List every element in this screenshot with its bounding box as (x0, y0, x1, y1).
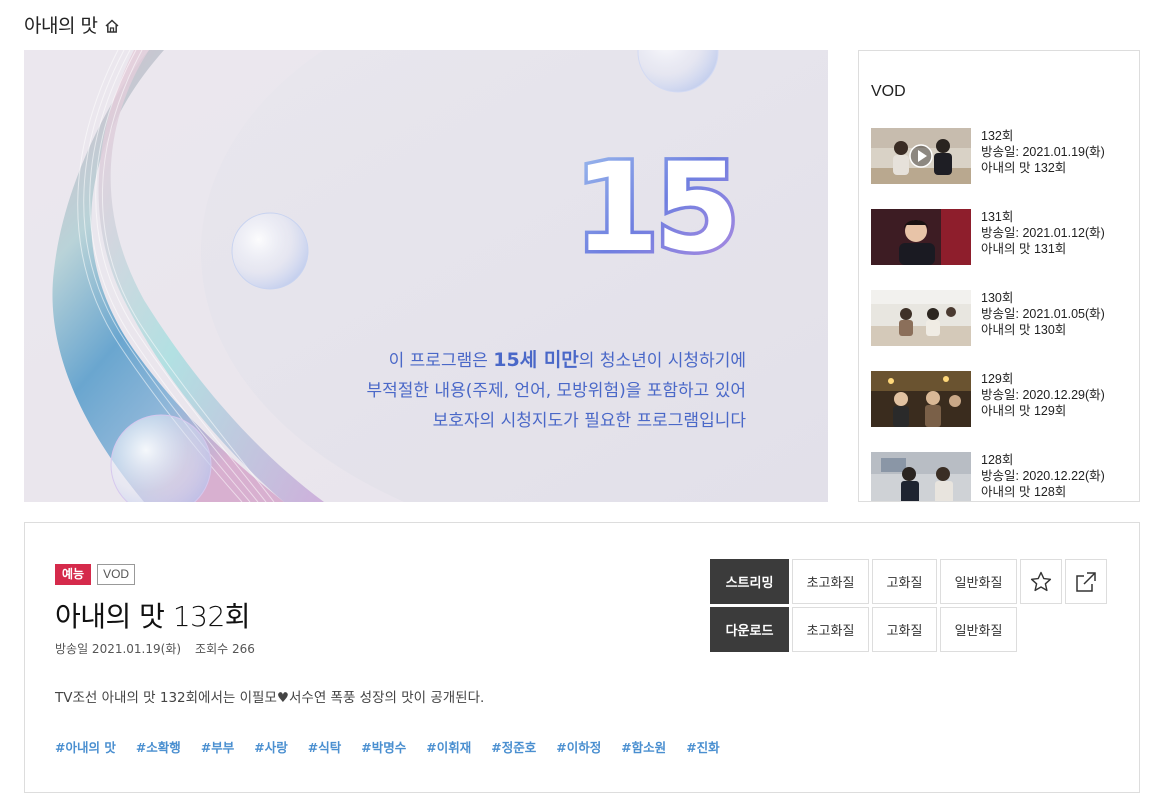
download-button[interactable]: 다운로드 (710, 607, 789, 652)
notice-line-1: 이 프로그램은 15세 미만의 청소년이 시청하기에 (389, 349, 746, 371)
episode-title: 아내의 맛 132회 (981, 161, 1067, 175)
episode-thumbnail[interactable] (871, 371, 971, 427)
tag-link[interactable]: #소확행 (136, 737, 181, 756)
tag-link[interactable]: #아내의 맛 (55, 737, 116, 756)
episode-thumbnail[interactable] (871, 452, 971, 501)
vod-item[interactable]: 131회 방송일: 2021.01.12(화) 아내의 맛 131회 (871, 209, 1131, 290)
episode-info: 128회 방송일: 2020.12.22(화) 아내의 맛 128회 (981, 452, 1105, 501)
download-hd-button[interactable]: 고화질 (872, 607, 937, 652)
streaming-row: 스트리밍 초고화질 고화질 일반화질 (710, 559, 1110, 604)
episode-title: 아내의 맛 129회 (981, 404, 1067, 418)
tag-link[interactable]: #정준호 (491, 737, 536, 756)
favorite-button[interactable] (1020, 559, 1062, 604)
vod-list: 132회 방송일: 2021.01.19(화) 아내의 맛 132회 131회 … (871, 128, 1131, 501)
tag-link[interactable]: #진화 (686, 737, 719, 756)
episode-date: 방송일: 2020.12.29(화) (981, 388, 1105, 402)
episode-info: 132회 방송일: 2021.01.19(화) 아내의 맛 132회 (981, 128, 1105, 209)
notice-line-3: 보호자의 시청지도가 필요한 프로그램입니다 (433, 411, 747, 431)
episode-number: 131회 (981, 210, 1014, 224)
tag-link[interactable]: #식탁 (308, 737, 341, 756)
episode-info: 129회 방송일: 2020.12.29(화) 아내의 맛 129회 (981, 371, 1105, 452)
episode-number: 130회 (981, 291, 1014, 305)
rating-number: 15 (574, 137, 736, 279)
tag-link[interactable]: #박명수 (361, 737, 406, 756)
notice-line-2: 부적절한 내용(주제, 언어, 모방위험)을 포함하고 있어 (366, 381, 746, 401)
episode-thumbnail[interactable] (871, 128, 971, 184)
view-count: 조회수 266 (195, 642, 255, 656)
episode-date: 방송일: 2021.01.05(화) (981, 307, 1105, 321)
vod-badge: VOD (97, 564, 136, 585)
episode-number: 129회 (981, 372, 1014, 386)
tag-link[interactable]: #부부 (201, 737, 234, 756)
vod-item[interactable]: 128회 방송일: 2020.12.22(화) 아내의 맛 128회 (871, 452, 1131, 501)
star-icon (1030, 571, 1052, 591)
genre-badge: 예능 (55, 564, 92, 585)
episode-date: 방송일: 2020.12.22(화) (981, 469, 1105, 483)
tag-link[interactable]: #이하정 (556, 737, 601, 756)
episode-info-card: 예능 VOD 아내의 맛 132회 방송일 2021.01.19(화) 조회수 … (24, 522, 1140, 793)
stream-ultra-hd-button[interactable]: 초고화질 (792, 559, 869, 604)
episode-number: 128회 (981, 453, 1014, 467)
share-button[interactable] (1065, 559, 1107, 604)
episode-thumbnail[interactable] (871, 209, 971, 265)
episode-meta: 방송일 2021.01.19(화) 조회수 266 (55, 640, 255, 657)
badges: 예능 VOD (55, 564, 136, 585)
episode-title: 아내의 맛 130회 (981, 323, 1067, 337)
episode-title: 아내의 맛 131회 (981, 242, 1067, 256)
download-row: 다운로드 초고화질 고화질 일반화질 (710, 607, 1110, 652)
vod-heading: VOD (871, 83, 906, 100)
stream-hd-button[interactable]: 고화질 (872, 559, 937, 604)
program-title: 아내의 맛 (24, 15, 98, 37)
episode-date: 방송일: 2021.01.19(화) (981, 145, 1105, 159)
vod-item[interactable]: 129회 방송일: 2020.12.29(화) 아내의 맛 129회 (871, 371, 1131, 452)
download-ultra-hd-button[interactable]: 초고화질 (792, 607, 869, 652)
episode-title: 아내의 맛 128회 (981, 485, 1067, 499)
streaming-button[interactable]: 스트리밍 (710, 559, 789, 604)
vod-panel: VOD 132회 방송일: 2021.01.19(화) 아내의 맛 132회 1… (858, 50, 1140, 502)
air-date: 방송일 2021.01.19(화) (55, 642, 182, 656)
tag-link[interactable]: #함소원 (621, 737, 666, 756)
episode-thumbnail[interactable] (871, 290, 971, 346)
rating-notice-screen: 15 이 프로그램은 15세 미만의 청소년이 시청하기에 부적절한 내용(주제… (24, 50, 828, 502)
tag-link[interactable]: #이휘재 (426, 737, 471, 756)
vod-item[interactable]: 132회 방송일: 2021.01.19(화) 아내의 맛 132회 (871, 128, 1131, 209)
episode-description: TV조선 아내의 맛 132회에서는 이필모♥서수연 폭풍 성장의 맛이 공개된… (55, 690, 485, 706)
episode-info: 130회 방송일: 2021.01.05(화) 아내의 맛 130회 (981, 290, 1105, 371)
episode-number: 132회 (981, 129, 1014, 143)
stream-sd-button[interactable]: 일반화질 (940, 559, 1017, 604)
download-sd-button[interactable]: 일반화질 (940, 607, 1017, 652)
tag-list: #아내의 맛 #소확행 #부부 #사랑 #식탁 #박명수 #이휘재 #정준호 #… (55, 737, 720, 756)
tag-link[interactable]: #사랑 (254, 737, 287, 756)
home-icon[interactable] (103, 17, 121, 35)
page-title: 아내의 맛 (24, 11, 121, 38)
action-buttons: 스트리밍 초고화질 고화질 일반화질 다운로드 초고화질 고화질 일반화질 (710, 559, 1110, 655)
episode-date: 방송일: 2021.01.12(화) (981, 226, 1105, 240)
video-player[interactable]: 15 이 프로그램은 15세 미만의 청소년이 시청하기에 부적절한 내용(주제… (24, 50, 828, 502)
vod-item[interactable]: 130회 방송일: 2021.01.05(화) 아내의 맛 130회 (871, 290, 1131, 371)
episode-info: 131회 방송일: 2021.01.12(화) 아내의 맛 131회 (981, 209, 1105, 290)
share-icon (1076, 571, 1096, 592)
episode-title-heading: 아내의 맛 132회 (55, 600, 251, 633)
